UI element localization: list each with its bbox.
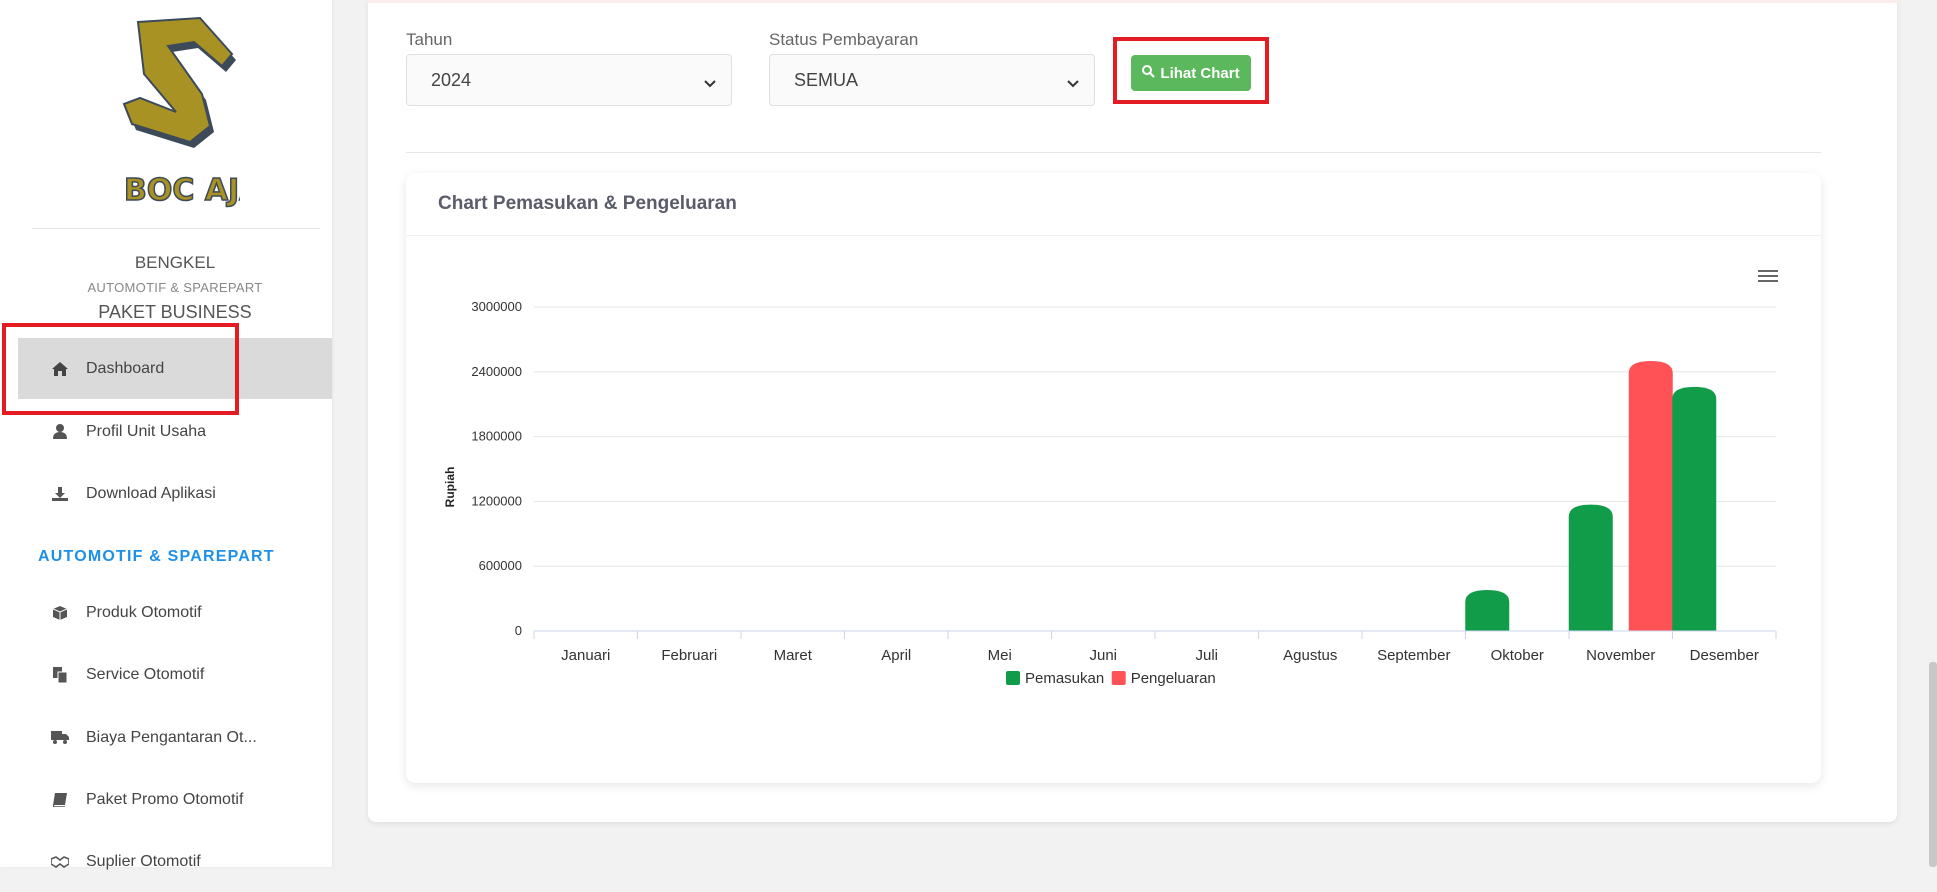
section-divider: [406, 152, 1821, 153]
highlight-box-button: [1113, 37, 1269, 104]
sidebar-item-label: Service Otomotif: [86, 665, 205, 683]
x-tick-label: Desember: [1690, 647, 1759, 664]
y-axis-label: Rupiah: [443, 467, 457, 508]
bar-pemasukan-desember[interactable]: [1672, 386, 1717, 631]
chart-card-header: Chart Pemasukan & Pengeluaran: [406, 173, 1821, 236]
y-tick-label: 3000000: [471, 299, 522, 314]
status-label: Status Pembayaran: [769, 30, 919, 49]
book-icon: [50, 792, 70, 807]
sidebar-section-title: AUTOMOTIF & SPAREPART: [38, 548, 275, 565]
top-accent-line: [368, 0, 1897, 3]
brand-divider: [32, 228, 320, 229]
sidebar: BOC AJA BENGKEL AUTOMOTIF & SPAREPART PA…: [0, 0, 332, 870]
brand-name: BENGKEL: [134, 253, 216, 272]
sidebar-item-suplier[interactable]: Suplier Otomotif: [18, 831, 332, 892]
sidebar-item-biaya[interactable]: Biaya Pengantaran Ot...: [18, 707, 332, 768]
y-tick-label: 0: [515, 623, 522, 638]
sidebar-item-label: Profil Unit Usaha: [86, 422, 207, 440]
x-tick-label: Juli: [1195, 647, 1218, 664]
sidebar-item-download[interactable]: Download Aplikasi: [18, 463, 332, 524]
x-tick-label: Mei: [988, 647, 1012, 664]
chevron-down-icon: [1066, 73, 1080, 94]
page-scrollbar[interactable]: [1929, 662, 1937, 867]
highlight-box-dashboard: [2, 323, 239, 415]
copy-icon: [50, 666, 70, 683]
brand-package: PAKET BUSINESS: [98, 302, 252, 322]
sidebar-item-label: Produk Otomotif: [86, 603, 202, 621]
legend-label: Pengeluaran: [1131, 670, 1216, 687]
legend-item-pengeluaran[interactable]: Pengeluaran: [1111, 670, 1216, 687]
year-select-value: 2024: [431, 69, 472, 90]
status-select-value: SEMUA: [794, 69, 859, 90]
bar-pemasukan-oktober[interactable]: [1465, 589, 1510, 631]
y-tick-label: 600000: [479, 558, 522, 573]
x-tick-label: Februari: [661, 647, 717, 664]
chevron-down-icon: [703, 73, 717, 94]
brand-logo[interactable]: BOC AJA: [110, 14, 264, 214]
year-select[interactable]: 2024: [406, 54, 732, 106]
year-label: Tahun: [406, 30, 453, 49]
bar-chart: Rupiah 0 600000 1200000 1800000 2400000 30000…: [443, 267, 1782, 687]
y-tick-label: 1200000: [471, 493, 522, 508]
sidebar-item-service[interactable]: Service Otomotif: [18, 644, 332, 705]
legend-swatch: [1006, 671, 1020, 685]
status-select[interactable]: SEMUA: [769, 54, 1095, 106]
y-tick-label: 1800000: [471, 429, 522, 444]
x-tick-label: September: [1377, 647, 1450, 664]
chart-card-title: Chart Pemasukan & Pengeluaran: [438, 193, 737, 214]
box-icon: [50, 605, 70, 620]
download-icon: [50, 486, 70, 501]
sidebar-item-label: Paket Promo Otomotif: [86, 790, 244, 808]
sidebar-item-produk[interactable]: Produk Otomotif: [18, 582, 332, 643]
sidebar-item-label: Download Aplikasi: [86, 484, 216, 502]
legend-item-pemasukan[interactable]: Pemasukan: [1006, 670, 1104, 687]
x-tick-label: Januari: [561, 647, 610, 664]
sidebar-item-label: Suplier Otomotif: [86, 852, 201, 870]
legend-swatch: [1111, 671, 1126, 685]
x-tick-label: Oktober: [1491, 647, 1544, 664]
sidebar-item-label: Biaya Pengantaran Ot...: [86, 728, 257, 746]
brand-subtitle: AUTOMOTIF & SPAREPART: [87, 280, 263, 295]
y-tick-label: 2400000: [471, 364, 522, 379]
sidebar-item-paket-promo[interactable]: Paket Promo Otomotif: [18, 769, 332, 830]
x-tick-label: Maret: [774, 647, 813, 664]
x-tick-label: April: [881, 647, 911, 664]
hamburger-menu-icon[interactable]: [1756, 267, 1782, 289]
truck-icon: [50, 731, 70, 744]
handshake-icon: [50, 855, 70, 868]
legend-label: Pemasukan: [1025, 670, 1104, 687]
user-icon: [50, 424, 70, 439]
bar-pengeluaran-november[interactable]: [1628, 361, 1673, 631]
svg-text:BOC AJA: BOC AJA: [124, 173, 240, 208]
x-tick-label: Juni: [1089, 647, 1117, 664]
x-tick-label: Agustus: [1283, 647, 1337, 664]
x-tick-label: November: [1586, 647, 1655, 664]
chart-card: Chart Pemasukan & Pengeluaran Rupiah 0 60…: [406, 173, 1821, 783]
bar-pemasukan-november[interactable]: [1568, 504, 1613, 631]
